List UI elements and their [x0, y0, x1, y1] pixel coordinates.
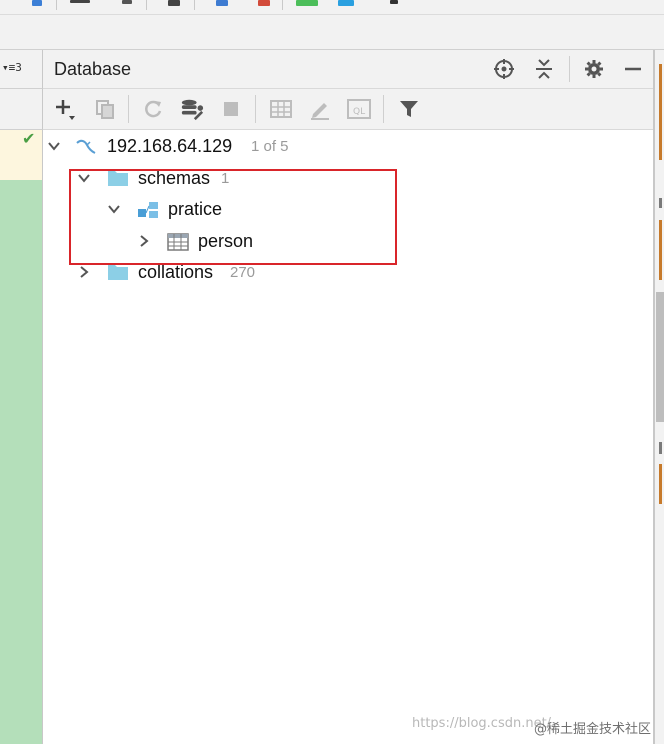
collations-count: 270 [230, 264, 256, 281]
main-toolbar [0, 0, 664, 15]
chevron-down-icon[interactable] [122, 0, 132, 4]
stripe-mark [659, 198, 662, 208]
toolbar-separator [282, 0, 283, 10]
stripe-mark [659, 464, 662, 504]
toolbar-icon-cyan[interactable] [338, 0, 354, 6]
toolbar-separator [194, 0, 195, 10]
minimize-icon[interactable] [621, 57, 645, 81]
stripe-mark [659, 220, 662, 280]
toolbar-separator [383, 95, 384, 123]
connection-meta: 1 of 5 [251, 138, 289, 155]
toolbar-separator [128, 95, 129, 123]
toolbar-icon-lock[interactable] [168, 0, 180, 6]
svg-text:QL: QL [353, 107, 365, 117]
mysql-icon [75, 137, 97, 157]
data-source-properties-icon[interactable] [180, 97, 204, 121]
right-tool-strip [654, 50, 664, 744]
editor-toolbar-fragment [0, 89, 43, 130]
edit-icon[interactable] [308, 97, 332, 121]
stop-icon[interactable] [219, 97, 243, 121]
toolbar-icon-blue[interactable] [32, 0, 42, 6]
editor-added-lines [0, 180, 43, 744]
stripe-mark [659, 64, 662, 160]
chevron-right-icon[interactable] [77, 265, 91, 279]
filter-icon[interactable] [397, 97, 421, 121]
database-panel: Database QL 192.168.64.129 1 of 5 schema… [43, 50, 654, 744]
sql-console-icon[interactable]: QL [347, 97, 371, 121]
panel-title: Database [54, 59, 132, 79]
toolbar-separator [56, 0, 57, 10]
toolbar-icon-vcs-red[interactable] [258, 0, 270, 6]
watermark-brand: @稀土掘金技术社区 [534, 722, 652, 737]
ide-window: ▾≡3 ✔ Database QL 192.168.64.129 1 of 5 … [0, 0, 664, 744]
editor-tab-header: ▾≡3 [0, 50, 43, 89]
structure-badge[interactable]: ▾≡3 [2, 61, 22, 74]
target-icon[interactable] [492, 57, 516, 81]
toolbar-icon-vcs[interactable] [216, 0, 228, 6]
panel-toolbar: QL [43, 89, 653, 130]
toolbar-separator [146, 0, 147, 10]
copy-icon[interactable] [93, 97, 117, 121]
toolbar-icon-dark[interactable] [70, 0, 90, 3]
toolbar-icon-green[interactable] [296, 0, 318, 6]
highlight-annotation [69, 169, 397, 265]
panel-header: Database [43, 50, 653, 89]
chevron-down-icon[interactable] [390, 0, 398, 4]
collapse-all-icon[interactable] [532, 57, 556, 81]
chevron-down-icon[interactable] [47, 139, 61, 153]
watermark-url: https://blog.csdn.net/ [412, 716, 552, 731]
toolbar-separator [255, 95, 256, 123]
connection-label: 192.168.64.129 [107, 136, 233, 156]
scrollbar-thumb[interactable] [656, 292, 664, 422]
check-icon: ✔ [22, 129, 36, 148]
header-separator [569, 56, 570, 82]
stripe-mark [659, 442, 662, 454]
gear-icon[interactable] [582, 57, 606, 81]
table-view-icon[interactable] [269, 97, 293, 121]
refresh-icon[interactable] [141, 97, 165, 121]
add-icon[interactable] [53, 97, 77, 121]
tree-node-connection[interactable]: 192.168.64.129 1 of 5 [43, 132, 653, 162]
toolbar-strip [0, 15, 664, 50]
folder-icon [107, 263, 129, 283]
collations-label: collations [138, 262, 214, 282]
